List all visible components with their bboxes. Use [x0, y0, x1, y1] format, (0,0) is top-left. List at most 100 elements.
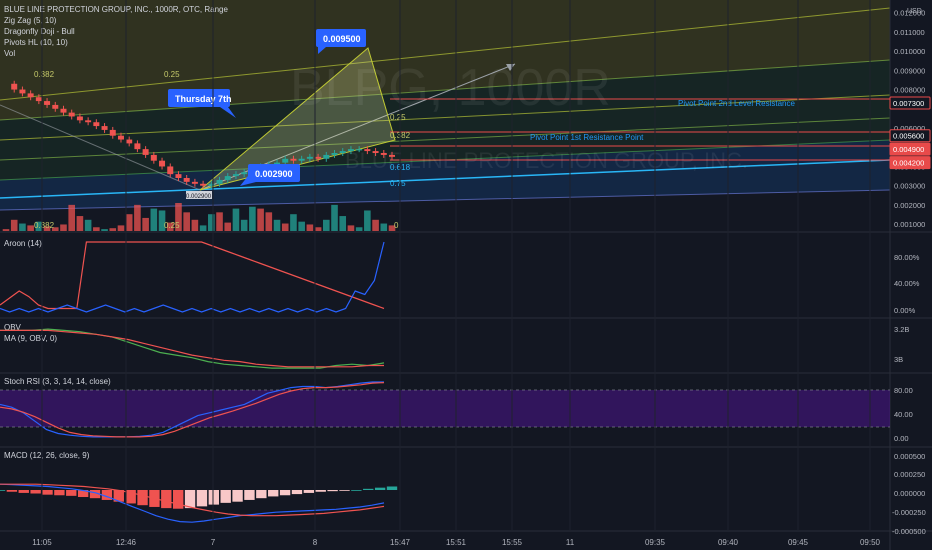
volume-bar [216, 212, 223, 231]
overlay-zigzag[interactable]: Zig Zag (5, 10) [4, 16, 57, 25]
candle-body [389, 154, 395, 157]
volume-bar [109, 228, 117, 231]
candle-body [306, 156, 313, 159]
candle-body [126, 139, 133, 144]
symbol-title[interactable]: BLUE LINE PROTECTION GROUP, INC., 1000R,… [4, 5, 228, 14]
candle-body [200, 183, 207, 186]
price-tick: 0.009000 [894, 66, 925, 75]
candle-body [298, 158, 305, 161]
candle-body [109, 129, 116, 136]
volume-bar [240, 219, 248, 231]
candle-body [183, 178, 190, 182]
macd-bar [232, 490, 243, 502]
candle-body [150, 154, 157, 161]
obv-tick: 3.2B [894, 325, 909, 334]
candle-body [315, 156, 322, 159]
price-tick: 0.001000 [894, 220, 925, 229]
time-tick: 7 [211, 538, 216, 547]
fib-label: 0.25 [164, 70, 180, 79]
time-tick: 15:51 [446, 538, 467, 547]
volume-bar [125, 214, 133, 231]
fib-label: 0.382 [34, 70, 55, 79]
candle-body [323, 154, 330, 159]
chart-root[interactable]: BLPG, 1000R BLUE LINE PROTECTION GROUP, … [0, 0, 932, 550]
trading-chart[interactable]: BLPG, 1000R BLUE LINE PROTECTION GROUP, … [0, 0, 932, 550]
macd-bar [386, 486, 398, 490]
volume-bar [101, 229, 108, 231]
candle-body [216, 179, 223, 184]
candle-body [232, 174, 239, 177]
obv-ma-title[interactable]: MA (9, OBV, 0) [4, 334, 57, 343]
macd-bar [303, 490, 315, 493]
fib-label: 0 [394, 221, 399, 230]
macd-bar [279, 490, 291, 496]
overlay-volume[interactable]: Vol [4, 49, 15, 58]
time-tick: 8 [313, 538, 318, 547]
stoch-tick: 40.00 [894, 410, 913, 419]
time-tick: 11:05 [32, 538, 52, 547]
volume-bar [224, 222, 232, 231]
volume-bar [257, 208, 264, 231]
volume-bar [142, 217, 149, 231]
fib-label: 0.382 [34, 221, 55, 230]
candle-body [347, 149, 354, 152]
aroon-tick: 40.00% [894, 279, 920, 288]
volume-bar [380, 223, 388, 231]
macd-bar [339, 490, 350, 491]
volume-bar [27, 225, 34, 231]
macd-bar [66, 490, 77, 496]
aroon-title[interactable]: Aroon (14) [4, 239, 42, 248]
price-tick: 0.003000 [894, 182, 925, 191]
volume-bar [150, 208, 158, 231]
volume-bar [290, 214, 297, 231]
macd-bar [0, 490, 6, 491]
macd-bar [42, 490, 53, 495]
low-marker-text: 0.002900 [186, 194, 212, 200]
fib-label: 0.25 [390, 113, 406, 122]
macd-title[interactable]: MACD (12, 26, close, 9) [4, 451, 90, 460]
macd-tick: 0.000250 [894, 470, 925, 479]
candle-body [372, 151, 379, 153]
fib-label: 0.25 [164, 221, 180, 230]
time-tick: 09:50 [860, 538, 881, 547]
macd-bar [30, 490, 41, 494]
candle-body [35, 97, 42, 102]
candle-body [191, 181, 198, 184]
volume-bar [314, 227, 322, 231]
volume-bar [249, 206, 256, 231]
volume-bar [339, 216, 347, 231]
stoch-tick: 80.00 [894, 386, 913, 395]
volume-bar [134, 204, 141, 231]
time-tick: 09:45 [788, 538, 809, 547]
price-tag-text: 0.004200 [893, 159, 924, 168]
candle-body [159, 160, 166, 167]
macd-bar [18, 490, 29, 493]
stoch-title[interactable]: Stoch RSI (3, 3, 14, 14, close) [4, 377, 111, 386]
volume-bar [364, 210, 371, 231]
watermark-symbol: BLPG, 1000R [290, 59, 611, 117]
aroon-tick: 0.00% [894, 306, 916, 315]
callout-low-text: 0.002900 [255, 169, 293, 179]
time-tick: 11 [566, 538, 575, 547]
volume-bar [191, 219, 199, 231]
volume-bar [232, 208, 240, 231]
macd-bar [363, 488, 374, 490]
price-tick: 0.010000 [894, 47, 925, 56]
volume-bar [208, 214, 215, 231]
volume-bar [183, 212, 190, 231]
overlay-doji[interactable]: Dragonfly Doji - Bull [4, 27, 75, 36]
volume-bar [19, 223, 26, 231]
macd-bar [291, 490, 303, 495]
volume-bar [10, 219, 18, 231]
candle-body [52, 104, 59, 109]
price-tag-text: 0.007300 [893, 99, 924, 108]
pivot-r1-label: Pivot Point 1st Resistance Point [530, 133, 644, 142]
price-tick: 0.011000 [894, 28, 925, 37]
time-tick: 15:47 [390, 538, 411, 547]
macd-bar [351, 490, 362, 491]
overlay-pivots[interactable]: Pivots HL (10, 10) [4, 38, 68, 47]
macd-bar [196, 490, 208, 507]
macd-bar [244, 490, 255, 500]
fib-label: 0.75 [390, 179, 406, 188]
volume-bar [76, 216, 84, 231]
